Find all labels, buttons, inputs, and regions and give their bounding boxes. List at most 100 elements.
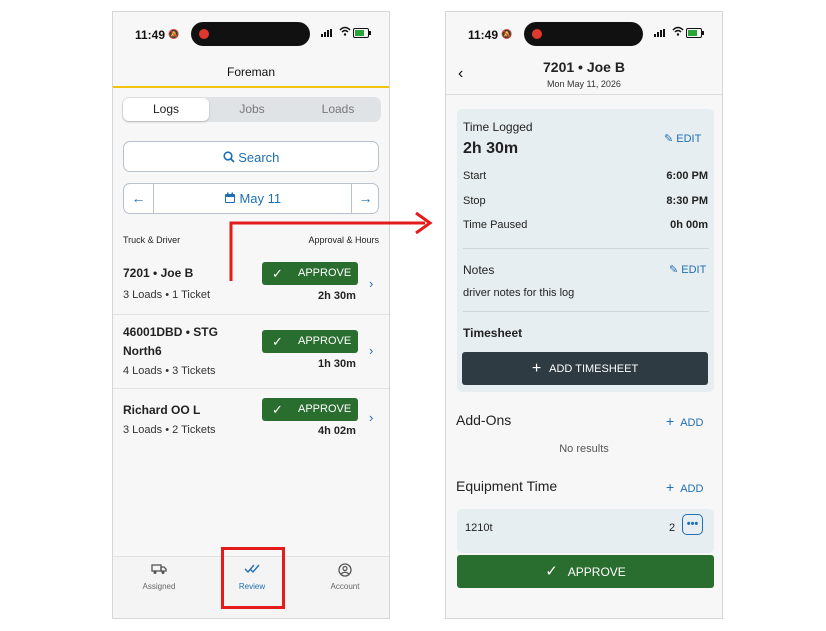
- notes-label: Notes: [463, 263, 495, 277]
- prev-day-button[interactable]: ←: [124, 184, 153, 213]
- edit-notes-button[interactable]: ✎ EDIT: [669, 263, 706, 276]
- check-icon: ✓: [545, 563, 558, 580]
- header-accent-line: [113, 86, 389, 88]
- equipment-count: 2: [669, 522, 676, 534]
- tab-label: Assigned: [142, 582, 176, 591]
- page-subtitle: Mon May 11, 2026: [547, 79, 621, 89]
- phone-log-detail: 11:49 🔕 ‹ 7201 • Joe B Mon May 11, 2026 …: [445, 11, 723, 619]
- time-card: Time Logged 2h 30m ✎ EDIT Start 6:00 PM …: [457, 109, 714, 392]
- divider: [463, 311, 709, 312]
- plus-icon: +: [666, 479, 675, 495]
- list-item[interactable]: Richard OO L 3 Loads • 2 Tickets ✓ APPRO…: [113, 389, 389, 451]
- row-hours: 4h 02m: [318, 425, 356, 437]
- add-timesheet-button[interactable]: + ADD TIMESHEET: [462, 352, 708, 385]
- equipment-item[interactable]: 1210t 2 •••: [457, 509, 714, 553]
- empty-state-text: No results: [559, 443, 609, 455]
- addons-heading: Add-Ons: [456, 412, 512, 428]
- dynamic-island: [524, 22, 643, 46]
- add-timesheet-label: ADD TIMESHEET: [549, 363, 639, 375]
- bell-off-icon: 🔕: [501, 29, 513, 39]
- approve-label: APPROVE: [567, 565, 626, 579]
- recording-dot-icon: [199, 29, 209, 39]
- divider: [463, 248, 709, 249]
- add-addon-button[interactable]: + ADD: [666, 413, 703, 429]
- segmented-control: Logs Jobs Loads: [122, 97, 381, 122]
- header-divider: [446, 94, 722, 95]
- pencil-icon: ✎: [669, 264, 679, 276]
- row-title: Richard OO L: [123, 403, 201, 417]
- battery-icon: [353, 28, 371, 38]
- paused-label: Time Paused: [463, 219, 528, 231]
- tab-jobs[interactable]: Jobs: [209, 97, 295, 122]
- date-picker[interactable]: May 11: [153, 184, 352, 213]
- pencil-icon: ✎: [664, 133, 674, 145]
- truck-icon: [113, 563, 205, 579]
- phone-review-list: 11:49 🔕 Foreman Logs Jobs Loads Search ←…: [112, 11, 390, 619]
- add-equipment-button[interactable]: + ADD: [666, 479, 703, 495]
- list-item[interactable]: 7201 • Joe B 3 Loads • 1 Ticket ✓ APPROV…: [113, 252, 389, 315]
- arrow-right-icon: →: [358, 190, 373, 206]
- time-logged-label: Time Logged: [463, 120, 533, 134]
- notes-text: driver notes for this log: [463, 287, 575, 299]
- time-logged-value: 2h 30m: [463, 140, 519, 157]
- date-navigator: ← May 11 →: [123, 183, 379, 214]
- approve-button[interactable]: ✓ APPROVE: [457, 555, 714, 588]
- edit-time-button[interactable]: ✎ EDIT: [664, 132, 701, 145]
- chevron-right-icon: ›: [369, 276, 374, 291]
- page-title: 7201 • Joe B: [543, 59, 625, 75]
- status-bar: 11:49 🔕: [446, 12, 722, 58]
- tab-loads[interactable]: Loads: [295, 97, 381, 122]
- column-header-truck-driver: Truck & Driver: [123, 235, 181, 245]
- chevron-right-icon: ›: [369, 410, 374, 425]
- plus-icon: +: [666, 413, 675, 429]
- check-icon: ✓: [272, 402, 283, 417]
- tab-account[interactable]: Account: [299, 557, 389, 591]
- ellipsis-icon: •••: [686, 518, 699, 530]
- add-label: ADD: [680, 417, 704, 429]
- approve-button[interactable]: ✓ APPROVE: [262, 262, 358, 285]
- approve-label: APPROVE: [298, 335, 352, 347]
- paused-value: 0h 00m: [670, 219, 708, 231]
- signal-icon: [321, 29, 332, 37]
- dynamic-island: [191, 22, 310, 46]
- start-value: 6:00 PM: [666, 170, 708, 182]
- edit-label: EDIT: [676, 133, 702, 145]
- search-label: Search: [238, 150, 280, 165]
- highlight-box: [221, 547, 285, 609]
- check-icon: ✓: [272, 334, 283, 349]
- next-day-button[interactable]: →: [351, 184, 380, 213]
- more-options-button[interactable]: •••: [682, 514, 703, 535]
- approve-button[interactable]: ✓ APPROVE: [262, 398, 358, 421]
- date-label: May 11: [239, 191, 282, 206]
- bell-off-icon: 🔕: [168, 29, 180, 39]
- edit-label: EDIT: [681, 264, 707, 276]
- equipment-name: 1210t: [465, 522, 493, 534]
- wifi-icon: [672, 26, 684, 38]
- row-subtitle: 4 Loads • 3 Tickets: [123, 365, 216, 377]
- tab-assigned[interactable]: Assigned: [113, 557, 205, 591]
- list-item[interactable]: 46001DBD • STG North6 4 Loads • 3 Ticket…: [113, 315, 389, 389]
- tab-logs[interactable]: Logs: [123, 98, 209, 121]
- signal-icon: [654, 29, 665, 37]
- status-time: 11:49: [135, 28, 166, 42]
- wifi-icon: [339, 26, 351, 38]
- column-header-approval-hours: Approval & Hours: [308, 235, 379, 245]
- chevron-right-icon: ›: [369, 343, 374, 358]
- add-label: ADD: [680, 483, 704, 495]
- approve-button[interactable]: ✓ APPROVE: [262, 330, 358, 353]
- recording-dot-icon: [532, 29, 542, 39]
- status-time: 11:49: [468, 28, 499, 42]
- check-icon: ✓: [272, 266, 283, 281]
- search-button[interactable]: Search: [123, 141, 379, 172]
- plus-icon: +: [531, 360, 542, 377]
- page-title: Foreman: [226, 65, 276, 79]
- arrow-left-icon: ←: [131, 190, 146, 206]
- row-hours: 1h 30m: [318, 358, 356, 370]
- status-bar: 11:49 🔕: [113, 12, 389, 58]
- stop-label: Stop: [463, 195, 486, 207]
- row-title: 7201 • Joe B: [123, 266, 194, 280]
- start-label: Start: [463, 170, 487, 182]
- account-icon: [299, 563, 389, 579]
- approve-label: APPROVE: [298, 403, 352, 415]
- calendar-icon: [224, 191, 240, 206]
